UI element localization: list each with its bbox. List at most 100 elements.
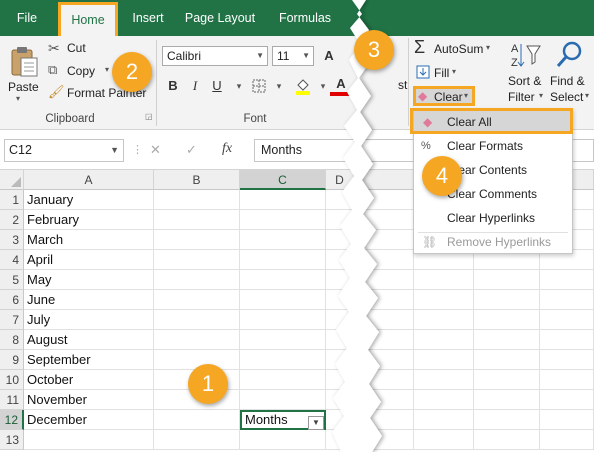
- grid-cell[interactable]: [540, 270, 594, 290]
- copy-button[interactable]: ⧉ Copy ▾: [48, 62, 118, 80]
- bold-button[interactable]: B: [162, 76, 184, 96]
- grid-cell[interactable]: [354, 330, 414, 350]
- grid-cell[interactable]: [240, 350, 326, 370]
- grid-cell[interactable]: [354, 430, 414, 450]
- grid-cell[interactable]: [540, 310, 594, 330]
- grid-cell[interactable]: [240, 250, 326, 270]
- grid-cell[interactable]: February: [24, 210, 154, 230]
- grid-cell[interactable]: [154, 330, 240, 350]
- grid-cell[interactable]: [154, 430, 240, 450]
- tab-page-layout[interactable]: Page Layout: [180, 0, 260, 36]
- grid-cell[interactable]: [326, 350, 354, 370]
- row-header[interactable]: 7: [0, 310, 24, 330]
- grid-cell[interactable]: [414, 330, 474, 350]
- grid-cell[interactable]: [240, 370, 326, 390]
- grid-cell[interactable]: [354, 390, 414, 410]
- row-header[interactable]: 12: [0, 410, 24, 430]
- grid-cell[interactable]: [474, 430, 540, 450]
- underline-dropdown-icon[interactable]: ▾: [228, 76, 250, 96]
- grid-cell[interactable]: [326, 410, 354, 430]
- cell-dropdown-button[interactable]: ▼: [308, 416, 324, 430]
- copy-dropdown-icon[interactable]: ▾: [105, 65, 109, 74]
- row-header[interactable]: 5: [0, 270, 24, 290]
- grid-cell[interactable]: [240, 210, 326, 230]
- font-color-button[interactable]: A: [330, 76, 352, 96]
- grid-cell[interactable]: [154, 250, 240, 270]
- grid-cell[interactable]: [326, 270, 354, 290]
- menu-item-clear-formats[interactable]: % Clear Formats: [414, 134, 572, 158]
- enter-icon[interactable]: ✓: [186, 142, 197, 158]
- grid-cell[interactable]: [540, 350, 594, 370]
- column-header[interactable]: B: [154, 170, 240, 190]
- grid-cell[interactable]: [326, 210, 354, 230]
- grid-cell[interactable]: [240, 270, 326, 290]
- grid-cell[interactable]: [414, 290, 474, 310]
- grid-cell[interactable]: [540, 370, 594, 390]
- grid-cell[interactable]: [540, 290, 594, 310]
- cut-button[interactable]: ✂ Cut: [48, 40, 108, 58]
- grid-cell[interactable]: [354, 410, 414, 430]
- grid-cell[interactable]: [240, 290, 326, 310]
- column-header[interactable]: D: [326, 170, 354, 190]
- grid-cell[interactable]: [354, 350, 414, 370]
- autosum-button[interactable]: Σ AutoSum ▾: [414, 37, 494, 58]
- grid-cell[interactable]: [540, 390, 594, 410]
- fill-button[interactable]: Fill ▾: [414, 64, 464, 82]
- row-header[interactable]: 3: [0, 230, 24, 250]
- grid-cell[interactable]: [354, 290, 414, 310]
- grid-cell[interactable]: [154, 410, 240, 430]
- grid-cell[interactable]: March: [24, 230, 154, 250]
- row-header[interactable]: 8: [0, 330, 24, 350]
- row-header[interactable]: 11: [0, 390, 24, 410]
- dialog-launcher-icon[interactable]: ◲: [145, 112, 153, 121]
- grid-cell[interactable]: [354, 210, 414, 230]
- paste-dropdown-icon[interactable]: ▾: [16, 94, 20, 103]
- grid-cell[interactable]: October: [24, 370, 154, 390]
- grid-cell[interactable]: [154, 230, 240, 250]
- autosum-dropdown-icon[interactable]: ▾: [486, 43, 490, 52]
- font-size-combo[interactable]: 11 ▼: [272, 46, 314, 66]
- grid-cell[interactable]: April: [24, 250, 154, 270]
- grid-cell[interactable]: [474, 350, 540, 370]
- menu-item-remove-hyperlinks[interactable]: ⛓ Remove Hyperlinks: [414, 230, 572, 254]
- grid-cell[interactable]: May: [24, 270, 154, 290]
- grid-cell[interactable]: [240, 310, 326, 330]
- font-name-combo[interactable]: Calibri ▼: [162, 46, 268, 66]
- grid-cell[interactable]: [326, 190, 354, 210]
- grid-cell[interactable]: [326, 310, 354, 330]
- fill-dropdown-icon[interactable]: ▾: [452, 67, 456, 76]
- grid-cell[interactable]: [474, 310, 540, 330]
- sort-filter-button[interactable]: A Z Sort & Filter ▾: [506, 40, 546, 110]
- grid-cell[interactable]: [354, 270, 414, 290]
- grid-cell[interactable]: [540, 330, 594, 350]
- grid-cell[interactable]: [326, 390, 354, 410]
- row-header[interactable]: 4: [0, 250, 24, 270]
- column-header[interactable]: [354, 170, 414, 190]
- grid-cell[interactable]: [474, 290, 540, 310]
- tab-insert[interactable]: Insert: [122, 0, 174, 36]
- row-header[interactable]: 9: [0, 350, 24, 370]
- grid-cell[interactable]: [240, 390, 326, 410]
- grid-cell[interactable]: [414, 310, 474, 330]
- grid-cell[interactable]: [326, 430, 354, 450]
- paste-button[interactable]: Paste ▾: [6, 42, 42, 103]
- row-header[interactable]: 1: [0, 190, 24, 210]
- grid-cell[interactable]: [414, 370, 474, 390]
- borders-button[interactable]: [248, 76, 270, 96]
- tab-home[interactable]: Home: [58, 2, 118, 36]
- grid-cell[interactable]: [414, 350, 474, 370]
- grid-cell[interactable]: [24, 430, 154, 450]
- grid-cell[interactable]: [474, 410, 540, 430]
- grid-cell[interactable]: [540, 410, 594, 430]
- grid-cell[interactable]: [326, 370, 354, 390]
- tab-formulas[interactable]: Formulas: [270, 0, 340, 36]
- grid-cell[interactable]: [540, 430, 594, 450]
- grid-cell[interactable]: September: [24, 350, 154, 370]
- grid-cell[interactable]: [326, 330, 354, 350]
- row-header[interactable]: 10: [0, 370, 24, 390]
- grid-cell[interactable]: [354, 310, 414, 330]
- underline-button[interactable]: U: [206, 76, 228, 96]
- select-all-corner[interactable]: [0, 170, 24, 190]
- grid-cell[interactable]: [154, 210, 240, 230]
- cancel-icon[interactable]: ✕: [150, 142, 161, 158]
